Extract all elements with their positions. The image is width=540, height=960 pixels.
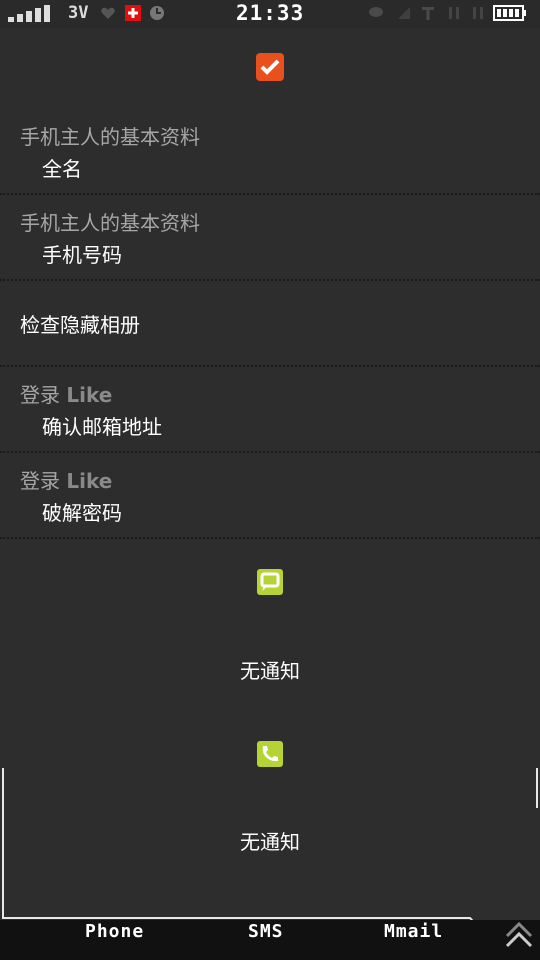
tab-sms[interactable]: SMS [248, 921, 284, 942]
text-t-icon [422, 7, 434, 20]
checkmark-icon [260, 59, 280, 75]
status-bar: 3V 21:33 [0, 0, 540, 28]
pause-icon [449, 7, 459, 19]
list-item-subtitle: 确认邮箱地址 [42, 415, 162, 439]
double-chevron-up-icon[interactable] [503, 912, 535, 952]
tab-mmail[interactable]: Mmail [384, 921, 443, 942]
list-item-subtitle: 手机号码 [42, 243, 122, 267]
brand-like: Like [66, 469, 113, 493]
clock: 21:33 [236, 1, 305, 25]
list-item-title: 检查隐藏相册 [20, 313, 140, 337]
swiss-flag-icon [125, 5, 141, 21]
pause-icon-2 [473, 7, 483, 19]
list-item-title: 手机主人的基本资料 [20, 125, 200, 149]
brand-like: Like [66, 383, 113, 407]
signal-strength-icon [8, 5, 50, 22]
task-list: 手机主人的基本资料 全名 手机主人的基本资料 手机号码 检查隐藏相册 登录 Li… [0, 109, 540, 539]
tab-phone[interactable]: Phone [85, 921, 144, 942]
title-prefix: 登录 [20, 383, 60, 407]
list-item[interactable]: 登录 Like 确认邮箱地址 [0, 367, 540, 453]
select-all-checkbox[interactable] [256, 53, 284, 81]
chat-icon [369, 7, 383, 17]
list-item-subtitle: 全名 [42, 157, 82, 181]
list-item[interactable]: 检查隐藏相册 [0, 281, 540, 367]
heart-icon [101, 7, 115, 19]
clock-app-icon [150, 6, 164, 20]
notification-text: 无通知 [240, 659, 300, 683]
battery-icon [493, 5, 526, 21]
list-item-subtitle: 破解密码 [42, 501, 122, 525]
list-item-title: 登录 Like [20, 465, 112, 494]
title-prefix: 登录 [20, 469, 60, 493]
list-item[interactable]: 手机主人的基本资料 全名 [0, 109, 540, 195]
message-icon [257, 569, 283, 595]
list-item-title: 登录 Like [20, 379, 112, 408]
list-item[interactable]: 手机主人的基本资料 手机号码 [0, 195, 540, 281]
list-item-title: 手机主人的基本资料 [20, 211, 200, 235]
phone-icon [257, 741, 283, 767]
list-item[interactable]: 登录 Like 破解密码 [0, 453, 540, 539]
network-type: 3V [68, 3, 89, 23]
wifi-icon [398, 7, 410, 19]
